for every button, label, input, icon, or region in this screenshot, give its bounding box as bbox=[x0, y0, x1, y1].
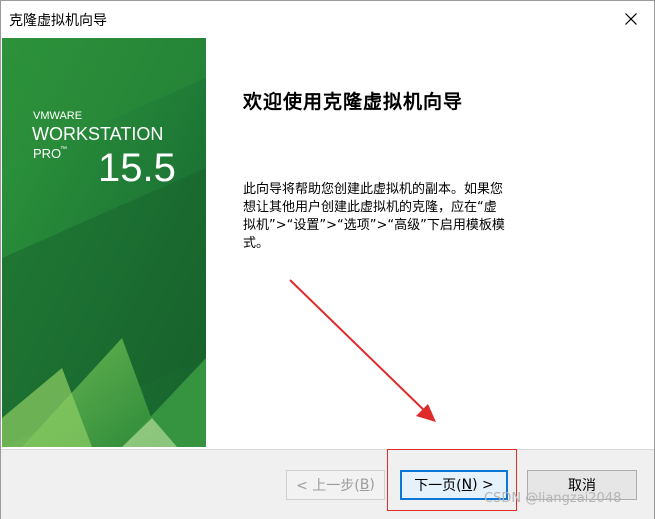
page-title: 欢迎使用克隆虚拟机向导 bbox=[243, 91, 464, 113]
brand-workstation: WORKSTATION bbox=[32, 124, 163, 144]
brand-trademark: ™ bbox=[60, 146, 67, 153]
title-bar: 克隆虚拟机向导 bbox=[1, 1, 654, 37]
wizard-description: 此向导将帮助您创建此虚拟机的副本。如果您想让其他用户创建此虚拟机的克隆，应在“虚… bbox=[243, 182, 505, 251]
annotation-arrow bbox=[289, 279, 436, 422]
window-title: 克隆虚拟机向导 bbox=[9, 13, 107, 29]
vmware-banner: VMWARE WORKSTATION PRO ™ 15.5 bbox=[2, 38, 206, 447]
watermark: CSDN @liangzai2048 bbox=[484, 491, 622, 506]
close-icon bbox=[625, 13, 637, 25]
close-button[interactable] bbox=[608, 1, 654, 37]
brand-pro: PRO bbox=[33, 146, 61, 161]
brand-vmware: VMWARE bbox=[33, 110, 82, 122]
button-bar: < 上一步(B) 下一页(N) > 取消 bbox=[1, 449, 654, 519]
back-button[interactable]: < 上一步(B) bbox=[286, 470, 385, 500]
back-button-label-prefix: < 上一步( bbox=[296, 478, 360, 494]
clone-vm-wizard-window: 克隆虚拟机向导 VMWARE WORKSTATION PRO ™ 15.5 欢迎… bbox=[0, 0, 655, 519]
back-button-label-suffix: ) bbox=[369, 477, 375, 493]
back-button-accesskey: B bbox=[359, 477, 370, 493]
version-number: 15.5 bbox=[98, 146, 176, 190]
